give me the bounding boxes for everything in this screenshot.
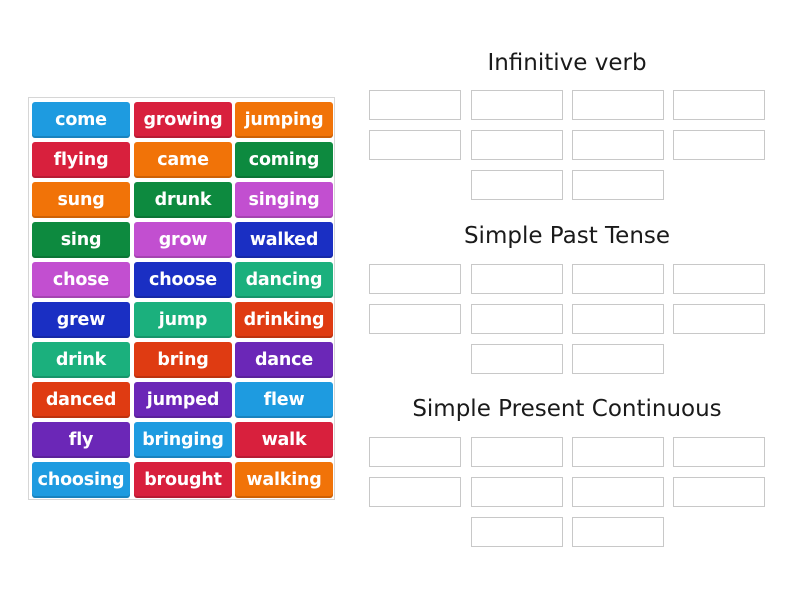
group-title: Simple Present Continuous [412,396,722,422]
word-tile[interactable]: jumped [134,382,232,418]
drop-zone[interactable] [369,477,461,507]
drop-zone[interactable] [572,130,664,160]
word-tile[interactable]: chose [32,262,130,298]
drop-zone[interactable] [369,130,461,160]
drop-zone[interactable] [471,517,563,547]
drop-zone[interactable] [673,130,765,160]
word-tile[interactable]: walked [235,222,333,258]
drop-zone[interactable] [572,90,664,120]
drop-zone[interactable] [471,130,563,160]
word-tile[interactable]: choose [134,262,232,298]
word-tile[interactable]: walking [235,462,333,498]
word-tile[interactable]: drink [32,342,130,378]
drop-zone[interactable] [369,437,461,467]
drop-zone[interactable] [572,344,664,374]
word-tile[interactable]: sing [32,222,130,258]
word-tile[interactable]: came [134,142,232,178]
drop-zone[interactable] [673,437,765,467]
word-tile[interactable]: flying [32,142,130,178]
word-tile[interactable]: sung [32,182,130,218]
word-tile[interactable]: grew [32,302,130,338]
drop-zone[interactable] [471,264,563,294]
drop-zone[interactable] [572,517,664,547]
word-tile-panel: come growing jumping flying came coming sung dr… [28,97,335,500]
word-tile[interactable]: brought [134,462,232,498]
drop-zone[interactable] [471,90,563,120]
drop-zone[interactable] [471,304,563,334]
word-tile[interactable]: coming [235,142,333,178]
word-tile[interactable]: dance [235,342,333,378]
word-tile[interactable]: drunk [134,182,232,218]
drop-zone[interactable] [471,170,563,200]
word-tile[interactable]: jump [134,302,232,338]
word-tile[interactable]: flew [235,382,333,418]
drop-zone[interactable] [673,264,765,294]
drop-zone[interactable] [369,264,461,294]
word-tile[interactable]: danced [32,382,130,418]
drop-zone[interactable] [369,304,461,334]
word-tile[interactable]: growing [134,102,232,138]
drop-zone[interactable] [369,90,461,120]
word-tile[interactable]: fly [32,422,130,458]
drop-zone[interactable] [572,304,664,334]
group-title: Infinitive verb [487,50,647,76]
word-tile[interactable]: walk [235,422,333,458]
word-tile[interactable]: bringing [134,422,232,458]
group-title: Simple Past Tense [463,223,671,249]
drop-zone[interactable] [673,304,765,334]
drop-zone[interactable] [471,344,563,374]
word-tile[interactable]: bring [134,342,232,378]
word-tile[interactable]: jumping [235,102,333,138]
drop-zone[interactable] [572,170,664,200]
word-tile[interactable]: singing [235,182,333,218]
word-tile[interactable]: dancing [235,262,333,298]
word-tile[interactable]: choosing [32,462,130,498]
drop-zone[interactable] [572,477,664,507]
drop-zone[interactable] [572,264,664,294]
drop-zone[interactable] [471,477,563,507]
word-tile[interactable]: grow [134,222,232,258]
drop-zone[interactable] [673,90,765,120]
word-tile[interactable]: come [32,102,130,138]
drop-zone[interactable] [572,437,664,467]
word-tile[interactable]: drinking [235,302,333,338]
drop-zone[interactable] [471,437,563,467]
drop-zone[interactable] [673,477,765,507]
